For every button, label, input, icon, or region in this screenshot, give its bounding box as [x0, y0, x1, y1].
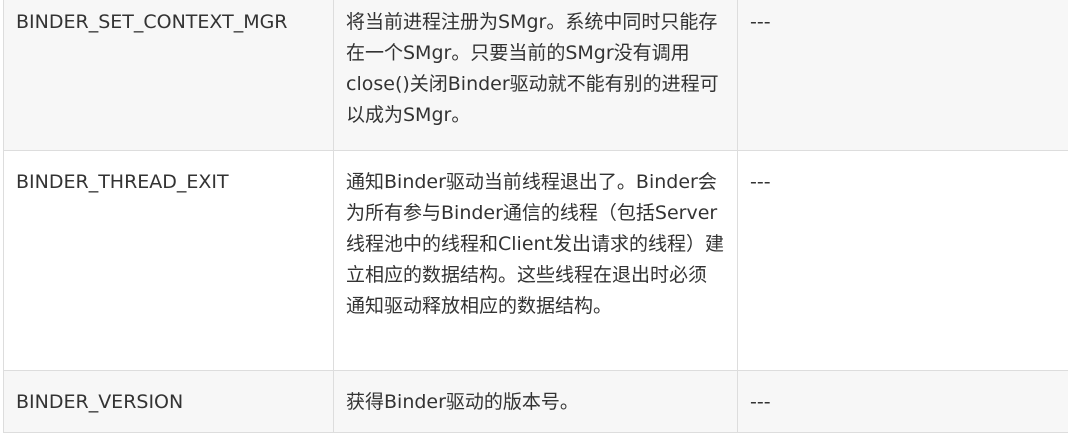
table-row: BINDER_SET_CONTEXT_MGR 将当前进程注册为SMgr。系统中同…	[4, 0, 1068, 150]
command-description-cell: 将当前进程注册为SMgr。系统中同时只能存在一个SMgr。只要当前的SMgr没有…	[334, 0, 738, 150]
command-table: BINDER_SET_CONTEXT_MGR 将当前进程注册为SMgr。系统中同…	[3, 0, 1068, 433]
command-description-cell: 通知Binder驱动当前线程退出了。Binder会为所有参与Binder通信的线…	[334, 151, 738, 370]
command-name-cell: BINDER_THREAD_EXIT	[4, 151, 334, 370]
command-name-cell: BINDER_VERSION	[4, 371, 334, 432]
command-extra-cell: ---	[750, 171, 771, 193]
table-row: BINDER_VERSION 获得Binder驱动的版本号。 ---	[4, 370, 1068, 432]
table-row: BINDER_THREAD_EXIT 通知Binder驱动当前线程退出了。Bin…	[4, 150, 1068, 370]
command-extra-cell: ---	[750, 11, 771, 33]
command-description-cell: 获得Binder驱动的版本号。	[334, 371, 738, 432]
command-extra-cell: ---	[750, 391, 771, 413]
command-name-cell: BINDER_SET_CONTEXT_MGR	[4, 0, 334, 150]
